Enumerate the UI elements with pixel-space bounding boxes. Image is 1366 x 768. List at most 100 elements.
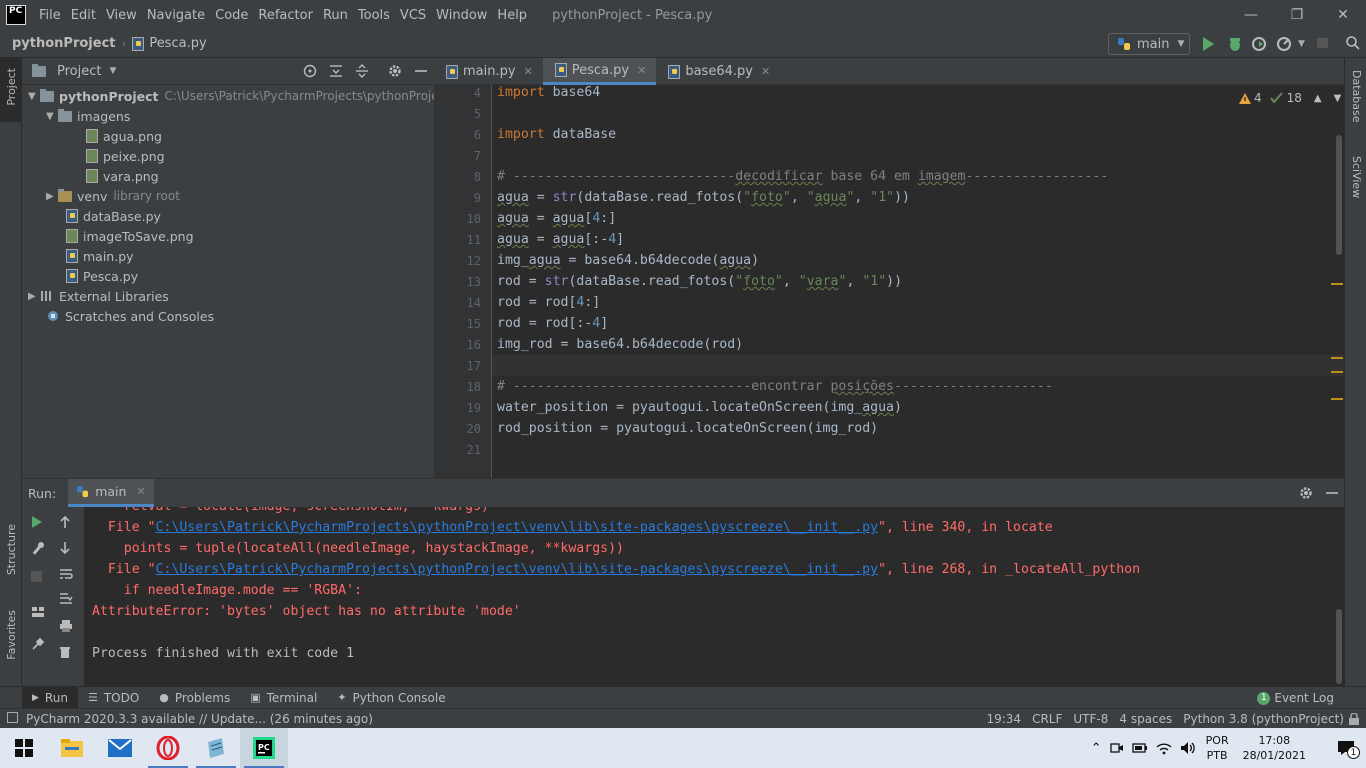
tab-main-py[interactable]: main.py ✕ — [434, 58, 543, 85]
restore-button[interactable]: ❐ — [1274, 0, 1320, 30]
project-tool-button[interactable]: Project — [5, 68, 18, 106]
tree-item-external-libraries[interactable]: ▶ External Libraries — [28, 286, 169, 306]
close-icon[interactable]: ✕ — [637, 64, 646, 77]
minimize-button[interactable]: — — [1228, 0, 1274, 30]
run-icon[interactable] — [1201, 36, 1215, 52]
status-message[interactable]: PyCharm 2020.3.3 available // Update... … — [26, 712, 373, 726]
chevron-down-icon[interactable]: ▼ — [109, 66, 116, 76]
stop-icon[interactable] — [1317, 36, 1329, 48]
tree-item-agua[interactable]: agua.png — [86, 126, 162, 146]
error-stripe-mark[interactable] — [1331, 398, 1343, 400]
trash-icon[interactable] — [59, 645, 71, 659]
clock[interactable]: 17:08 28/01/2021 — [1243, 733, 1306, 763]
wrench-icon[interactable] — [31, 541, 45, 555]
tool-tab-problems[interactable]: ● Problems — [149, 687, 240, 709]
mail-app[interactable] — [96, 728, 144, 768]
notepad-app[interactable] — [192, 728, 240, 768]
more-run-options-icon[interactable]: ▼ — [1298, 39, 1305, 49]
coverage-icon[interactable] — [1252, 36, 1268, 52]
console-scrollbar[interactable] — [1336, 609, 1342, 684]
tool-windows-icon[interactable] — [7, 712, 18, 723]
menu-run[interactable]: Run — [318, 8, 353, 23]
error-stripe-mark[interactable] — [1331, 283, 1343, 285]
tree-item-venv[interactable]: ▶ venv library root — [46, 186, 180, 206]
debug-icon[interactable] — [1227, 36, 1243, 52]
gear-icon[interactable] — [1299, 486, 1313, 500]
structure-tool-button[interactable]: Structure — [5, 524, 18, 575]
pin-icon[interactable] — [31, 637, 45, 651]
error-stripe-mark[interactable] — [1331, 371, 1343, 373]
close-icon[interactable]: ✕ — [524, 65, 533, 78]
menu-refactor[interactable]: Refactor — [253, 8, 318, 23]
tool-tab-terminal[interactable]: ▣ Terminal — [240, 687, 327, 709]
tree-item-imagens[interactable]: ▼ imagens — [46, 106, 130, 126]
gear-icon[interactable] — [388, 64, 402, 78]
run-tab-main[interactable]: main ✕ — [68, 479, 154, 507]
caret-position[interactable]: 19:34 — [986, 712, 1021, 726]
tool-tab-todo[interactable]: ☰ TODO — [78, 687, 149, 709]
menu-file[interactable]: File — [34, 8, 66, 23]
arrow-down-icon[interactable] — [59, 541, 71, 555]
indent-setting[interactable]: 4 spaces — [1119, 712, 1172, 726]
hide-panel-icon[interactable] — [414, 64, 428, 78]
soft-wrap-icon[interactable] — [59, 567, 73, 581]
profile-icon[interactable] — [1276, 36, 1292, 52]
tree-item-peixe[interactable]: peixe.png — [86, 146, 165, 166]
menu-vcs[interactable]: VCS — [395, 8, 431, 23]
opera-app[interactable] — [144, 728, 192, 768]
arrow-up-icon[interactable] — [59, 515, 71, 529]
line-separator[interactable]: CRLF — [1032, 712, 1062, 726]
battery-icon[interactable] — [1132, 742, 1148, 754]
tree-item-database[interactable]: dataBase.py — [66, 206, 161, 226]
file-explorer-app[interactable] — [48, 728, 96, 768]
tree-item-imagetosave[interactable]: imageToSave.png — [66, 226, 194, 246]
file-link[interactable]: C:\Users\Patrick\PycharmProjects\pythonP… — [156, 562, 879, 577]
scroll-to-end-icon[interactable] — [59, 591, 73, 605]
sciview-tool-button[interactable]: SciView — [1350, 156, 1363, 198]
breadcrumb-file[interactable]: Pesca.py — [132, 36, 207, 51]
project-view-selector[interactable]: Project — [57, 64, 101, 79]
favorites-tool-button[interactable]: Favorites — [5, 610, 18, 660]
code-editor[interactable]: 4 5 6 7 8 9 10 11 12 13 14 15 16 17 18 1… — [434, 85, 1344, 478]
pycharm-app[interactable]: PC — [240, 728, 288, 768]
print-icon[interactable] — [59, 619, 73, 633]
menu-help[interactable]: Help — [492, 8, 532, 23]
input-language-indicator[interactable]: POR PTB — [1206, 733, 1229, 763]
breadcrumb-project[interactable]: pythonProject — [12, 36, 116, 51]
chevron-right-icon[interactable]: ▶ — [46, 191, 58, 202]
console-output[interactable]: retval = locate(image, screenshotIm, **k… — [84, 507, 1344, 687]
menu-code[interactable]: Code — [210, 8, 253, 23]
menu-navigate[interactable]: Navigate — [142, 8, 210, 23]
database-tool-button[interactable]: Database — [1350, 70, 1363, 123]
layout-icon[interactable] — [31, 605, 45, 619]
error-stripe-mark[interactable] — [1331, 357, 1343, 359]
close-window-button[interactable]: ✕ — [1320, 0, 1366, 30]
menu-edit[interactable]: Edit — [66, 8, 101, 23]
tree-item-project-root[interactable]: ▼ pythonProject C:\Users\Patrick\Pycharm… — [28, 86, 450, 106]
chevron-right-icon[interactable]: ▶ — [28, 291, 40, 302]
inspection-widget[interactable]: 4 18 ▲ ▼ — [1239, 91, 1341, 105]
chevron-down-icon[interactable]: ▼ — [28, 91, 40, 102]
tree-item-vara[interactable]: vara.png — [86, 166, 159, 186]
previous-highlight-icon[interactable]: ▲ — [1314, 93, 1322, 104]
interpreter-selector[interactable]: Python 3.8 (pythonProject) — [1183, 712, 1344, 726]
volume-icon[interactable] — [1180, 741, 1196, 755]
menu-window[interactable]: Window — [431, 8, 492, 23]
chevron-down-icon[interactable]: ▼ — [46, 111, 58, 122]
file-encoding[interactable]: UTF-8 — [1073, 712, 1108, 726]
run-configuration-select[interactable]: main ▼ — [1108, 33, 1190, 55]
chevron-up-icon[interactable]: ⌃ — [1091, 741, 1102, 756]
meet-now-icon[interactable] — [1110, 741, 1124, 755]
tab-pesca-py[interactable]: Pesca.py ✕ — [542, 58, 657, 85]
tree-item-main[interactable]: main.py — [66, 246, 134, 266]
expand-all-icon[interactable] — [329, 64, 343, 78]
next-highlight-icon[interactable]: ▼ — [1334, 93, 1342, 104]
event-log-button[interactable]: 1 Event Log — [1257, 687, 1334, 709]
tree-item-scratches[interactable]: Scratches and Consoles — [46, 306, 214, 326]
tree-item-pesca[interactable]: Pesca.py — [66, 266, 138, 286]
tab-base64-py[interactable]: base64.py ✕ — [656, 58, 780, 85]
menu-tools[interactable]: Tools — [353, 8, 395, 23]
editor-scrollbar[interactable] — [1336, 135, 1342, 255]
rerun-icon[interactable] — [31, 515, 43, 529]
search-icon[interactable] — [1346, 36, 1360, 50]
